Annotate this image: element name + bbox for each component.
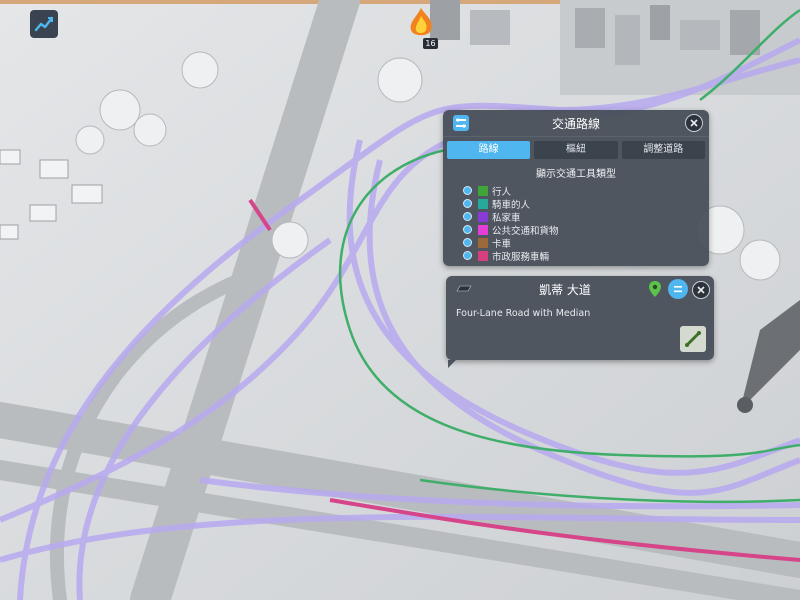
legend-item-pedestrian[interactable]: 行人 xyxy=(463,184,709,198)
tab-hubs[interactable]: 樞紐 xyxy=(534,141,618,159)
truck-swatch xyxy=(478,237,488,248)
service-vehicles-swatch xyxy=(478,250,488,261)
tab-adjust-roads[interactable]: 調整道路 xyxy=(621,141,705,159)
trend-chart-icon xyxy=(34,16,54,32)
routes-icon xyxy=(453,115,469,131)
panel-pointer xyxy=(448,360,456,368)
statistics-button[interactable] xyxy=(30,10,58,38)
routes-tabs: 路線 樞紐 調整道路 xyxy=(443,137,709,159)
close-icon xyxy=(690,119,698,127)
traffic-routes-panel: 交通路線 路線 樞紐 調整道路 顯示交通工具類型 行人 騎車的人 私家車 公共交… xyxy=(443,110,709,266)
legend-item-service-vehicles[interactable]: 市政服務車輛 xyxy=(463,249,709,263)
location-pin-icon[interactable] xyxy=(648,280,662,298)
routes-panel-header: 交通路線 xyxy=(443,110,709,137)
road-icon xyxy=(456,285,472,292)
upgrade-road-button[interactable] xyxy=(680,326,706,352)
legend-label: 公共交通和貨物 xyxy=(492,225,559,237)
vehicle-type-legend: 行人 騎車的人 私家車 公共交通和貨物 卡車 市政服務車輛 xyxy=(463,184,709,263)
radio-icon[interactable] xyxy=(463,251,472,260)
road-panel-header: 凱蒂 大道 xyxy=(446,276,714,302)
legend-label: 市政服務車輛 xyxy=(492,251,550,263)
road-type-label: Four-Lane Road with Median xyxy=(456,308,591,319)
legend-item-truck[interactable]: 卡車 xyxy=(463,236,709,250)
radio-icon[interactable] xyxy=(463,212,472,221)
radio-icon[interactable] xyxy=(463,199,472,208)
routes-icon xyxy=(674,286,682,293)
tab-routes[interactable]: 路線 xyxy=(447,141,531,159)
cyclist-swatch xyxy=(478,198,488,209)
legend-label: 私家車 xyxy=(492,212,521,224)
public-transport-swatch xyxy=(478,224,488,235)
road-info-panel: 凱蒂 大道 Four-Lane Road with Median xyxy=(446,276,714,368)
fire-count-badge: 16 xyxy=(423,38,438,49)
route-view-button[interactable] xyxy=(668,279,688,299)
close-routes-button[interactable] xyxy=(685,114,703,132)
radio-icon[interactable] xyxy=(463,238,472,247)
legend-item-private-car[interactable]: 私家車 xyxy=(463,210,709,224)
pedestrian-swatch xyxy=(478,185,488,196)
legend-item-public-transport[interactable]: 公共交通和貨物 xyxy=(463,223,709,237)
close-road-panel-button[interactable] xyxy=(692,281,710,299)
radio-icon[interactable] xyxy=(463,225,472,234)
road-upgrade-icon xyxy=(685,331,701,347)
legend-title: 顯示交通工具類型 xyxy=(536,169,616,180)
radio-icon[interactable] xyxy=(463,186,472,195)
legend-item-cyclist[interactable]: 騎車的人 xyxy=(463,197,709,211)
close-icon xyxy=(697,286,705,294)
routes-panel-title: 交通路線 xyxy=(551,116,600,131)
legend-label: 騎車的人 xyxy=(492,199,531,211)
legend-label: 卡車 xyxy=(492,238,512,250)
private-car-swatch xyxy=(478,211,488,222)
legend-label: 行人 xyxy=(492,186,512,198)
